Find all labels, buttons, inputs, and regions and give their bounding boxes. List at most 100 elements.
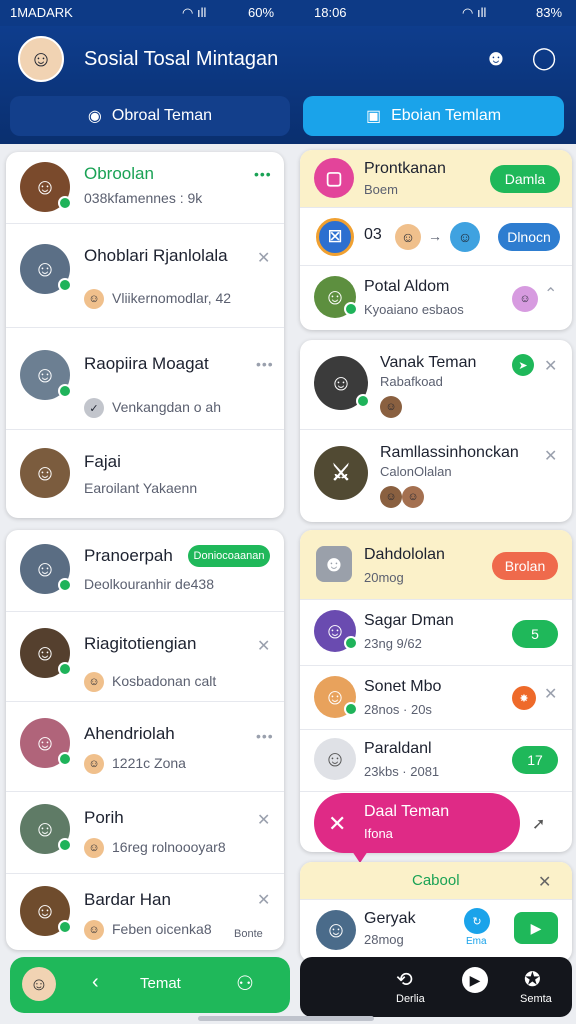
list-item[interactable]: ☺ Fajai Earoilant Yakaenn <box>6 436 284 518</box>
notification-toast[interactable]: ✕ Daal Teman Ifona <box>314 793 520 863</box>
contact-status: 28mog <box>364 932 404 947</box>
list-item[interactable]: ☺ Raopiira Moagat ✓ Venkangdan o ah ••• <box>6 336 284 430</box>
contact-name: Ahendriolah <box>84 724 175 743</box>
emoji-icon: ☺ <box>512 286 538 312</box>
avatar: ☺ <box>20 162 72 212</box>
close-icon[interactable]: ✕ <box>538 872 551 892</box>
app-icon: ☒ <box>316 218 354 256</box>
contact-status: Venkangdan o ah <box>112 399 221 415</box>
card-header[interactable]: ☻ Dahdololan 20mog Brolan <box>300 530 572 600</box>
mutual-avatar: ☺ <box>380 396 402 418</box>
action-button[interactable]: Brolan <box>492 552 558 580</box>
list-item[interactable]: ☺ Ahendriolah ☺ 1221c Zona ••• <box>6 704 284 792</box>
avatar: ☺ <box>314 356 370 410</box>
more-icon[interactable]: ••• <box>256 356 274 372</box>
avatar[interactable]: ☺ <box>22 967 56 1001</box>
list-item[interactable]: ☺ Sonet Mbo 28nos · 20s ✸ ✕ <box>300 666 572 730</box>
count-badge[interactable]: 5 <box>512 620 558 648</box>
back-chevron-icon[interactable]: ‹ <box>92 971 99 994</box>
avatar: ☺ <box>20 886 72 936</box>
contact-name: Ohoblari Rjanlolala <box>84 246 228 265</box>
close-icon[interactable]: ✕ <box>257 810 270 830</box>
contact-name: Sonet Mbo <box>364 678 442 695</box>
avatar: ▢ <box>314 158 354 198</box>
avatar: ☺ <box>20 350 72 400</box>
tab-obroal-teman[interactable]: ◉ Obroal Teman <box>10 96 290 136</box>
close-icon[interactable]: ✕ <box>544 684 557 704</box>
status-battery-left: 60% <box>248 5 275 20</box>
notification-avatar-icon[interactable]: ☻ <box>478 40 514 76</box>
list-item[interactable]: ☺ Potal Aldom Kyoaiano esbaos ☺ ⌃ <box>300 266 572 330</box>
play-icon[interactable]: ▶ <box>462 967 488 993</box>
video-call-button[interactable]: ▶ <box>514 912 558 944</box>
bottom-nav-right: ⟲ Derlia ▶ ✪ Semta <box>300 957 572 1017</box>
contact-status: Vliikernomodlar, 42 <box>112 290 232 306</box>
action-label[interactable]: Bonte <box>234 928 263 940</box>
list-item[interactable]: ☺ Pranoerpah Deolkouranhir de438 Donioco… <box>6 530 284 612</box>
chat-list-card: ☺ Obroolan 038kfamennes : 9k ••• ☺ Ohobl… <box>6 152 284 518</box>
contact-status: 038kfamennes : 9k <box>84 190 203 206</box>
contact-status: Deolkouranhir de438 <box>84 576 214 592</box>
tab-eboian-temlam[interactable]: ▣ Eboian Temlam <box>303 96 564 136</box>
contact-status: Rabafkoad <box>380 374 443 389</box>
avatar: ☺ <box>20 718 72 768</box>
share-label: Ema <box>466 936 487 947</box>
user-icon[interactable]: ◯ <box>526 40 562 76</box>
list-item[interactable]: ☺ Riagitotiengian ☺ Kosbadonan calt ✕ <box>6 614 284 702</box>
group-status: 20mog <box>364 570 404 585</box>
send-icon[interactable]: ➤ <box>512 354 534 376</box>
share-icon[interactable]: ↻ <box>464 908 490 934</box>
list-item[interactable]: ☺ Porih ☺ 16reg rolnoooyar8 ✕ <box>6 794 284 874</box>
user-placeholder-icon: ☻ <box>316 546 352 582</box>
chevron-up-icon[interactable]: ⌃ <box>544 284 557 304</box>
gamepad-icon[interactable]: ✪ <box>524 967 541 992</box>
signal-icon: ◠ ıll <box>462 5 487 20</box>
profile-icon[interactable]: ⚇ <box>236 971 254 996</box>
close-icon[interactable]: ✕ <box>544 356 557 376</box>
contact-status: 16reg rolnoooyar8 <box>112 839 226 855</box>
home-indicator <box>198 1016 374 1021</box>
close-icon[interactable]: ✕ <box>257 248 270 268</box>
list-item[interactable]: ⚔ Ramllassinhonckan CalonOlalan ☺ ☺ ✕ <box>300 430 572 522</box>
close-icon[interactable]: ✕ <box>257 890 270 910</box>
status-badge[interactable]: Doniocoaanan <box>188 545 270 567</box>
list-item[interactable]: ☺ Vanak Teman Rabafkoad ☺ ➤ ✕ <box>300 340 572 430</box>
close-icon[interactable]: ✕ <box>544 446 557 466</box>
profile-avatar[interactable]: ☺ <box>18 36 64 82</box>
nav-label[interactable]: Temat <box>140 975 181 992</box>
avatar: ☺ <box>316 910 356 950</box>
list-item[interactable]: ☺ Ohoblari Rjanlolala ☺ Vliikernomodlar,… <box>6 232 284 328</box>
list-item[interactable]: ☺ Paraldanl 23kbs · 2081 17 <box>300 730 572 792</box>
accept-button[interactable]: Damla <box>490 165 560 193</box>
avatar: ☺ <box>20 804 72 854</box>
list-item[interactable]: ☺ Obroolan 038kfamennes : 9k ••• <box>6 152 284 224</box>
contact-name: Fajai <box>84 452 121 471</box>
list-item[interactable]: ☺ Geryak 28mog ↻ Ema ▶ <box>300 900 572 962</box>
contact-name: Vanak Teman <box>380 354 477 371</box>
avatar: ☺ <box>314 610 358 652</box>
status-time-left: 1MADARK <box>10 5 73 20</box>
avatar: ⚔ <box>314 446 368 500</box>
card-title: Cabool <box>412 872 460 889</box>
close-icon[interactable]: ✕ <box>328 811 346 837</box>
avatar: ☺ <box>314 276 358 318</box>
decline-button[interactable]: Dlnocn <box>498 223 560 251</box>
list-item[interactable]: ▢ Prontkanan Boem Damla <box>300 150 572 208</box>
list-item[interactable]: ☺ Bardar Han ☺ Feben oicenka8 ✕ Bonte <box>6 876 284 950</box>
contact-status: 28nos · 20s <box>364 702 432 717</box>
tab-label: Eboian Temlam <box>391 107 502 124</box>
close-icon[interactable]: ✕ <box>257 636 270 656</box>
share-arrow-icon[interactable]: ➚ <box>532 814 545 834</box>
more-icon[interactable]: ••• <box>256 728 274 744</box>
nav-label: Semta <box>520 993 552 1005</box>
list-item[interactable]: ☺ Sagar Dman 23ng 9/62 5 <box>300 600 572 666</box>
refresh-icon[interactable]: ⟲ <box>396 967 413 992</box>
more-icon[interactable]: ••• <box>254 166 272 182</box>
list-item[interactable]: ☒ 03 ☺ → ☺ Dlnocn <box>300 208 572 266</box>
contact-name: Raopiira Moagat <box>84 354 209 373</box>
emoji-icon: ☺ <box>84 838 104 858</box>
contact-status: 1221c Zona <box>112 755 186 771</box>
contact-name: Potal Aldom <box>364 278 450 295</box>
count-badge[interactable]: 17 <box>512 746 558 774</box>
contact-status: Feben oicenka8 <box>112 921 212 937</box>
